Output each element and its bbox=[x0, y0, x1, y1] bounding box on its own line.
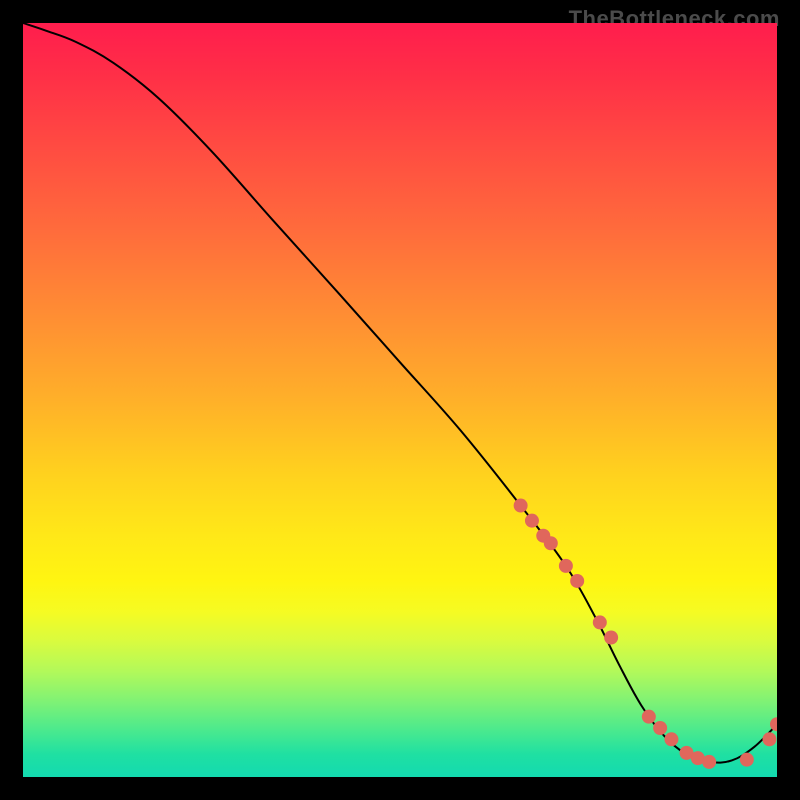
data-point bbox=[770, 717, 777, 731]
data-point bbox=[642, 710, 656, 724]
data-point bbox=[740, 753, 754, 767]
bottleneck-curve bbox=[23, 23, 777, 763]
curve-svg bbox=[23, 23, 777, 777]
data-markers bbox=[514, 499, 777, 769]
data-point bbox=[514, 499, 528, 513]
data-point bbox=[691, 751, 705, 765]
data-point bbox=[653, 721, 667, 735]
data-point bbox=[559, 559, 573, 573]
data-point bbox=[664, 732, 678, 746]
data-point bbox=[536, 529, 550, 543]
chart-stage: TheBottleneck.com bbox=[0, 0, 800, 800]
data-point bbox=[570, 574, 584, 588]
plot-area bbox=[23, 23, 777, 777]
data-point bbox=[544, 536, 558, 550]
data-point bbox=[680, 746, 694, 760]
data-point bbox=[525, 514, 539, 528]
data-point bbox=[604, 631, 618, 645]
data-point bbox=[593, 615, 607, 629]
data-point bbox=[762, 732, 776, 746]
data-point bbox=[702, 755, 716, 769]
